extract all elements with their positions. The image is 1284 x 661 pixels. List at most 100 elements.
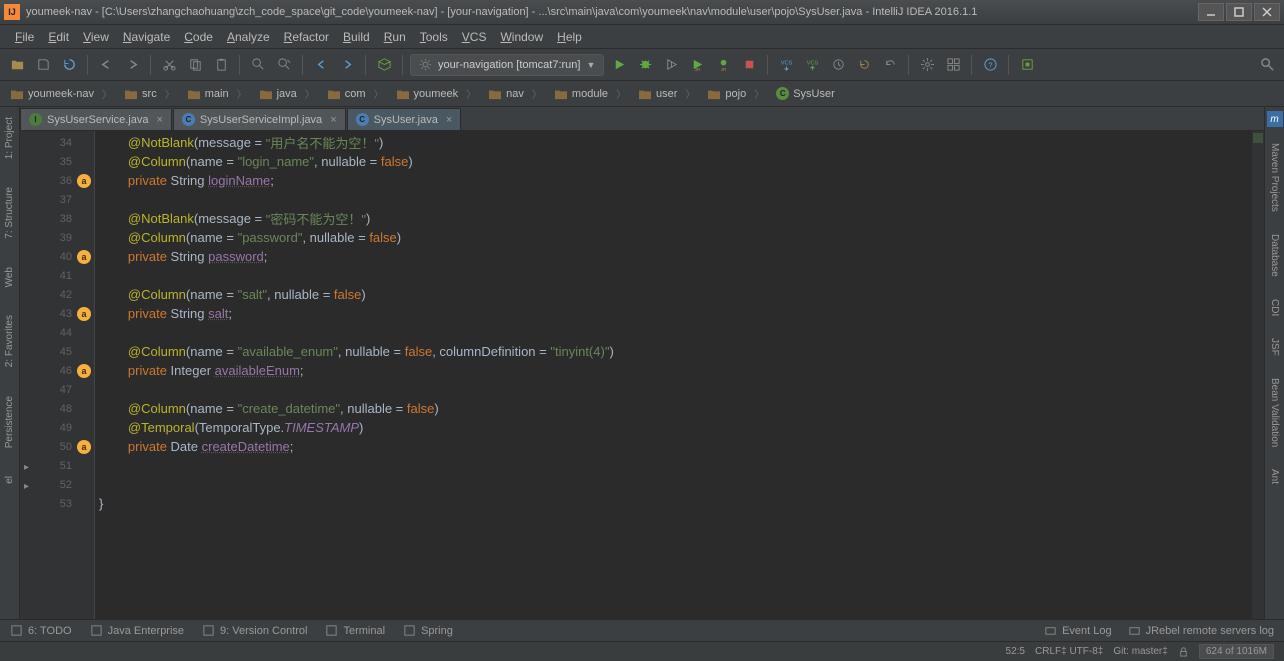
jr-debug-button[interactable]: JR <box>712 54 734 76</box>
breadcrumb-java[interactable]: java <box>255 86 323 101</box>
code-line[interactable] <box>95 475 1252 494</box>
breadcrumb-pojo[interactable]: pojo <box>703 86 772 101</box>
tool-7--structure[interactable]: 7: Structure <box>2 181 17 245</box>
breadcrumb-youmeek[interactable]: youmeek <box>392 86 485 101</box>
vcs-revert-button[interactable] <box>853 54 875 76</box>
code-line[interactable]: @Column(name = "salt", nullable = false) <box>95 285 1252 304</box>
gutter-line[interactable]: 43a <box>20 304 94 323</box>
menu-tools[interactable]: Tools <box>413 27 455 47</box>
undo2-button[interactable] <box>879 54 901 76</box>
code-line[interactable]: } <box>95 494 1252 513</box>
gutter-line[interactable]: 49 <box>20 418 94 437</box>
debug-button[interactable] <box>634 54 656 76</box>
tool-1--project[interactable]: 1: Project <box>2 111 17 165</box>
gutter-mark-icon[interactable]: a <box>77 250 91 264</box>
jr-run-button[interactable]: JR <box>686 54 708 76</box>
code-line[interactable]: @Temporal(TemporalType.TIMESTAMP) <box>95 418 1252 437</box>
tab-sysuserservice-java[interactable]: ISysUserService.java× <box>20 108 172 130</box>
settings-button[interactable] <box>916 54 938 76</box>
close-tab-icon[interactable]: × <box>330 114 336 126</box>
code-area[interactable]: @NotBlank(message = "用户名不能为空！") @Column(… <box>95 131 1252 639</box>
gutter-line[interactable]: 51▸ <box>20 456 94 475</box>
menu-window[interactable]: Window <box>493 27 550 47</box>
menu-help[interactable]: Help <box>550 27 589 47</box>
gutter-line[interactable]: 36a <box>20 171 94 190</box>
code-line[interactable]: @NotBlank(message = "密码不能为空！") <box>95 209 1252 228</box>
back-button[interactable] <box>310 54 332 76</box>
maximize-button[interactable] <box>1226 3 1252 21</box>
gutter-line[interactable]: 50a <box>20 437 94 456</box>
gutter-mark-icon[interactable]: a <box>77 174 91 188</box>
line-separator[interactable]: CRLF‡ UTF-8‡ <box>1035 646 1103 657</box>
bottom-tab-spring[interactable]: Spring <box>403 624 453 637</box>
menu-vcs[interactable]: VCS <box>455 27 494 47</box>
bottom-tab-9--version-control[interactable]: 9: Version Control <box>202 624 307 637</box>
gutter-line[interactable]: 40a <box>20 247 94 266</box>
gutter-line[interactable]: 45 <box>20 342 94 361</box>
gutter-line[interactable]: 42 <box>20 285 94 304</box>
menu-code[interactable]: Code <box>177 27 220 47</box>
code-line[interactable]: private String password; <box>95 247 1252 266</box>
lock-icon[interactable] <box>1178 646 1189 657</box>
bottom-tab-jrebel-remote-servers-log[interactable]: JRebel remote servers log <box>1128 624 1274 637</box>
save-all-button[interactable] <box>32 54 54 76</box>
code-line[interactable]: @Column(name = "password", nullable = fa… <box>95 228 1252 247</box>
code-line[interactable] <box>95 266 1252 285</box>
error-stripe[interactable] <box>1252 131 1264 639</box>
menu-view[interactable]: View <box>76 27 116 47</box>
code-line[interactable]: private String loginName; <box>95 171 1252 190</box>
breadcrumb-user[interactable]: user <box>634 86 703 101</box>
tool-persistence[interactable]: Persistence <box>2 390 17 454</box>
cursor-position[interactable]: 52:5 <box>1006 646 1025 657</box>
code-line[interactable]: @Column(name = "create_datetime", nullab… <box>95 399 1252 418</box>
menu-edit[interactable]: Edit <box>41 27 76 47</box>
tool-cdi[interactable]: CDI <box>1267 293 1282 322</box>
breadcrumb-src[interactable]: src <box>120 86 183 101</box>
copy-button[interactable] <box>184 54 206 76</box>
gutter-line[interactable]: 35 <box>20 152 94 171</box>
replace-button[interactable] <box>273 54 295 76</box>
code-line[interactable] <box>95 323 1252 342</box>
tool-el[interactable]: el <box>2 470 17 490</box>
git-branch[interactable]: Git: master‡ <box>1113 646 1167 657</box>
vcs-history-button[interactable] <box>827 54 849 76</box>
breadcrumb-youmeek-nav[interactable]: youmeek-nav <box>6 86 120 101</box>
gutter-line[interactable]: 41 <box>20 266 94 285</box>
paste-button[interactable] <box>210 54 232 76</box>
menu-build[interactable]: Build <box>336 27 377 47</box>
run-config-selector[interactable]: your-navigation [tomcat7:run] ▼ <box>410 54 604 76</box>
gutter-mark-icon[interactable]: a <box>77 364 91 378</box>
gutter-mark-icon[interactable]: a <box>77 307 91 321</box>
bottom-tab-event-log[interactable]: Event Log <box>1044 624 1112 637</box>
stop-button[interactable] <box>738 54 760 76</box>
code-line[interactable]: private Integer availableEnum; <box>95 361 1252 380</box>
gutter-line[interactable]: 46a <box>20 361 94 380</box>
menu-refactor[interactable]: Refactor <box>277 27 336 47</box>
breadcrumb-main[interactable]: main <box>183 86 255 101</box>
maven-icon[interactable]: m <box>1267 111 1283 127</box>
gutter-line[interactable]: 39 <box>20 228 94 247</box>
open-file-button[interactable] <box>6 54 28 76</box>
forward-button[interactable] <box>336 54 358 76</box>
breadcrumb-nav[interactable]: nav <box>484 86 550 101</box>
find-button[interactable] <box>247 54 269 76</box>
coverage-button[interactable] <box>660 54 682 76</box>
code-line[interactable] <box>95 190 1252 209</box>
jrebel-button[interactable] <box>1016 54 1038 76</box>
code-editor[interactable]: 343536a37383940a414243a444546a47484950a5… <box>20 131 1264 639</box>
code-line[interactable]: @Column(name = "login_name", nullable = … <box>95 152 1252 171</box>
memory-indicator[interactable]: 624 of 1016M <box>1199 644 1274 659</box>
gutter-line[interactable]: 47 <box>20 380 94 399</box>
build-button[interactable] <box>373 54 395 76</box>
menu-navigate[interactable]: Navigate <box>116 27 177 47</box>
breadcrumb-com[interactable]: com <box>323 86 392 101</box>
vcs-commit-button[interactable]: VCS <box>801 54 823 76</box>
search-everywhere-button[interactable] <box>1256 54 1278 76</box>
fold-icon[interactable]: ▸ <box>24 481 32 489</box>
tool-2--favorites[interactable]: 2: Favorites <box>2 309 17 373</box>
gutter-line[interactable]: 52▸ <box>20 475 94 494</box>
menu-run[interactable]: Run <box>377 27 413 47</box>
bottom-tab-terminal[interactable]: Terminal <box>325 624 385 637</box>
code-line[interactable]: @Column(name = "available_enum", nullabl… <box>95 342 1252 361</box>
menu-file[interactable]: File <box>8 27 41 47</box>
